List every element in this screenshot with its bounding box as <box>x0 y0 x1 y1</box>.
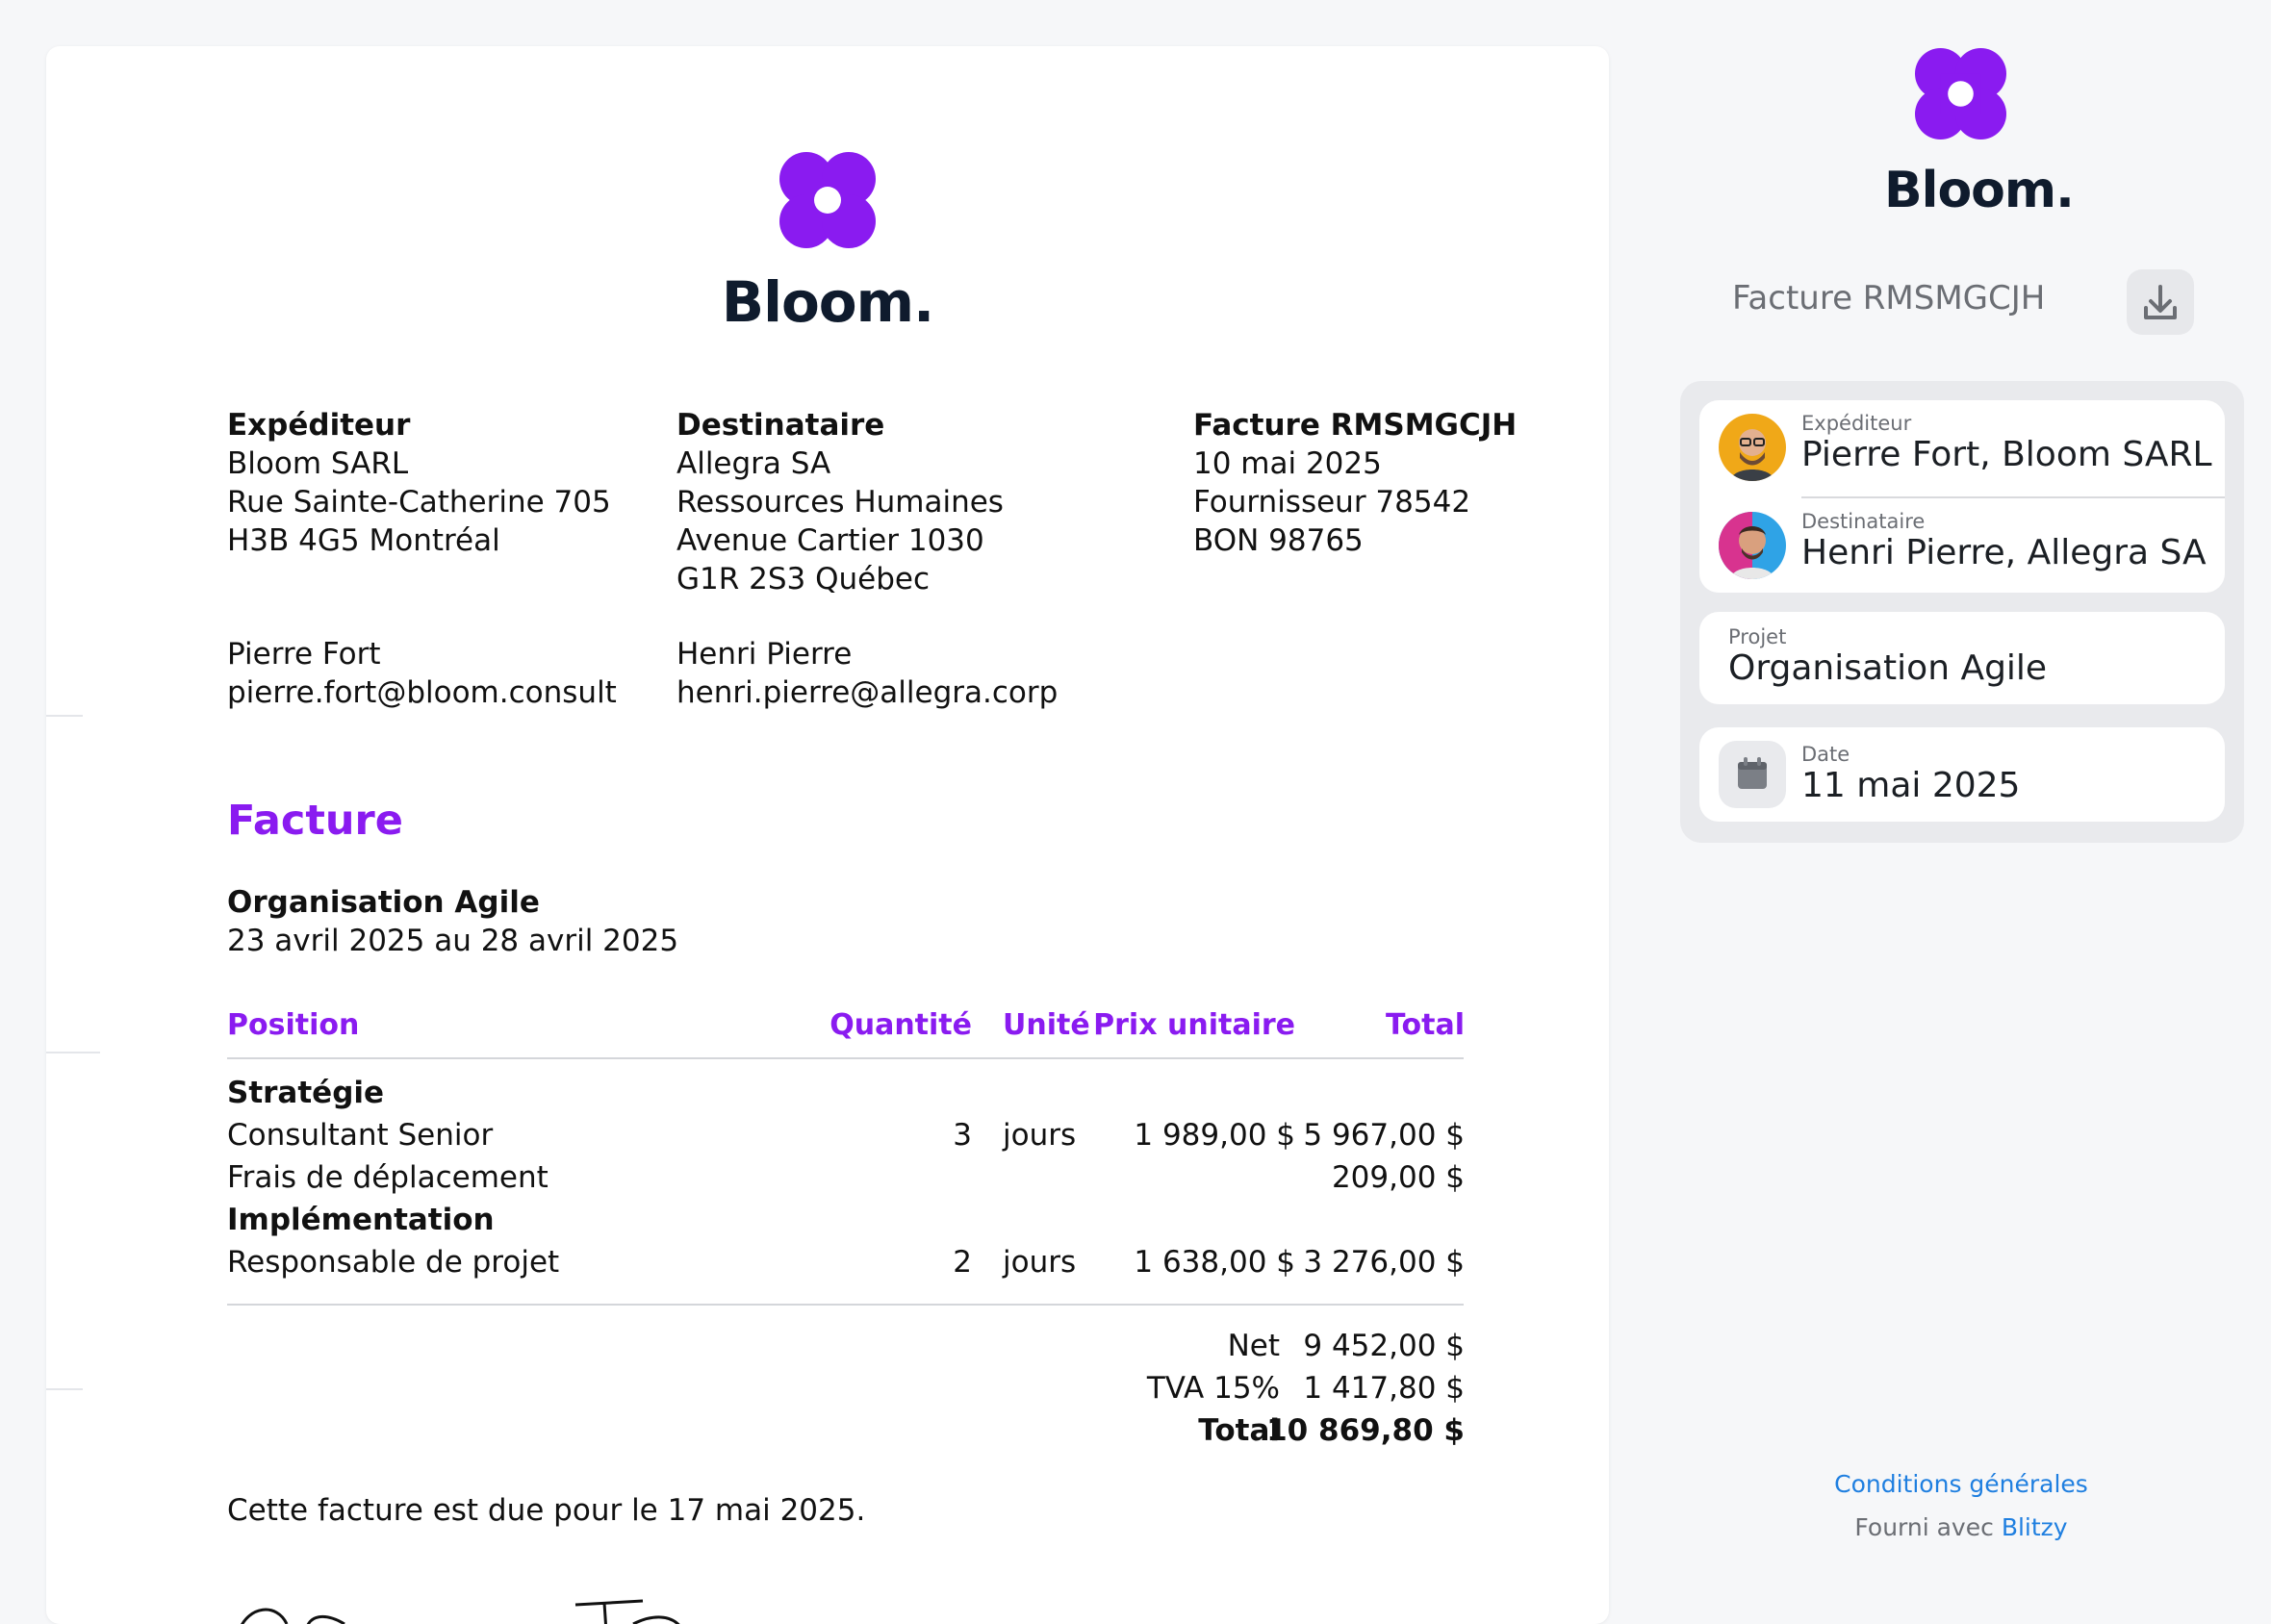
invoice-document: Bloom. Expéditeur Bloom SARL Rue Sainte-… <box>46 46 1609 1624</box>
column-header-unit-price: Prix unitaire <box>1093 1008 1295 1042</box>
bloom-flower-icon <box>779 152 876 248</box>
sender-line: Bloom SARL <box>227 446 409 481</box>
recipient-contact-email: henri.pierre@allegra.corp <box>676 675 1059 710</box>
invoice-details-panel: Expéditeur Pierre Fort, Bloom SARL Desti… <box>1680 381 2244 843</box>
line-quantity: 3 <box>953 1118 972 1153</box>
signature-image <box>241 1599 680 1624</box>
date-card: Date 11 mai 2025 <box>1699 727 2225 822</box>
recipient-line: Allegra SA <box>676 446 831 481</box>
project-block: Organisation Agile 23 avril 2025 au 28 a… <box>227 883 678 960</box>
download-icon <box>2144 285 2177 319</box>
project-field-label: Projet <box>1728 625 1787 648</box>
download-button[interactable] <box>2127 269 2194 335</box>
brand-name: Bloom. <box>721 269 934 335</box>
column-header-position: Position <box>227 1008 360 1042</box>
line-position: Frais de déplacement <box>227 1160 549 1195</box>
net-amount: 9 452,00 $ <box>1303 1329 1465 1363</box>
line-total: 5 967,00 $ <box>1303 1118 1465 1153</box>
calendar-icon <box>1719 741 1786 808</box>
invoice-logo: Bloom. <box>46 152 1609 335</box>
recipient-contact-name: Henri Pierre <box>676 637 853 672</box>
sender-field-label: Expéditeur <box>1801 412 1912 435</box>
total-amount: 10 869,80 $ <box>1266 1413 1465 1448</box>
line-total: 3 276,00 $ <box>1303 1245 1465 1280</box>
recipient-label: Destinataire <box>676 408 885 443</box>
invoice-heading: Facture <box>227 797 403 845</box>
sender-line: H3B 4G5 Montréal <box>227 523 500 558</box>
line-position: Responsable de projet <box>227 1245 560 1280</box>
vat-amount: 1 417,80 $ <box>1303 1371 1465 1406</box>
line-quantity: 2 <box>953 1245 972 1280</box>
table-divider <box>227 1057 1464 1059</box>
sender-label: Expéditeur <box>227 408 411 443</box>
sender-block: Expéditeur Bloom SARL Rue Sainte-Catheri… <box>227 406 617 712</box>
recipient-field-label: Destinataire <box>1801 510 1926 533</box>
bloom-flower-icon <box>1915 48 2006 140</box>
recipient-avatar <box>1719 512 1786 579</box>
line-position: Consultant Senior <box>227 1118 494 1153</box>
invoice-date: 10 mai 2025 <box>1193 446 1382 481</box>
column-header-quantity: Quantité <box>829 1008 972 1042</box>
recipient-field-value: Henri Pierre, Allegra SA <box>1801 533 2207 572</box>
sender-contact-email: pierre.fort@bloom.consult <box>227 675 617 710</box>
line-unit-price: 1 638,00 $ <box>1134 1245 1295 1280</box>
powered-by: Fourni avec Blitzy <box>1651 1513 2271 1541</box>
fold-mark <box>46 1388 83 1390</box>
column-header-unit: Unité <box>1003 1008 1090 1042</box>
sidebar-logo <box>1915 48 2011 148</box>
sender-field-value: Pierre Fort, Bloom SARL <box>1801 435 2212 474</box>
recipient-line: G1R 2S3 Québec <box>676 562 931 596</box>
powered-prefix: Fourni avec <box>1854 1513 1994 1541</box>
line-unit: jours <box>1003 1245 1077 1280</box>
net-label: Net <box>1227 1329 1280 1363</box>
due-notice: Cette facture est due pour le 17 mai 202… <box>227 1493 866 1528</box>
sidebar-footer: Conditions générales Fourni avec Blitzy <box>1651 1470 2271 1541</box>
sender-contact-name: Pierre Fort <box>227 637 381 672</box>
recipient-block: Destinataire Allegra SA Ressources Humai… <box>676 406 1058 712</box>
recipient-line: Ressources Humaines <box>676 485 1004 520</box>
sender-line: Rue Sainte-Catherine 705 <box>227 485 611 520</box>
line-total: 209,00 $ <box>1331 1160 1465 1195</box>
order-number: BON 98765 <box>1193 523 1364 558</box>
table-divider <box>227 1304 1464 1306</box>
column-header-total: Total <box>1386 1008 1465 1042</box>
sidebar-brand-name: Bloom. <box>1884 162 2075 219</box>
project-name: Organisation Agile <box>227 885 540 920</box>
vat-label: TVA 15% <box>1146 1371 1280 1406</box>
project-field-value: Organisation Agile <box>1728 648 2048 688</box>
group-title: Stratégie <box>227 1076 385 1110</box>
blitzy-link[interactable]: Blitzy <box>2002 1513 2068 1541</box>
sender-avatar <box>1719 414 1786 481</box>
divider <box>1801 496 2225 498</box>
invoice-number: Facture RMSMGCJH <box>1193 408 1518 443</box>
project-card: Projet Organisation Agile <box>1699 612 2225 704</box>
parties-card: Expéditeur Pierre Fort, Bloom SARL Desti… <box>1699 400 2225 593</box>
project-period: 23 avril 2025 au 28 avril 2025 <box>227 924 679 958</box>
supplier-number: Fournisseur 78542 <box>1193 485 1471 520</box>
terms-link[interactable]: Conditions générales <box>1651 1470 2271 1498</box>
line-unit: jours <box>1003 1118 1077 1153</box>
group-title: Implémentation <box>227 1203 495 1237</box>
fold-mark <box>46 1052 100 1053</box>
date-field-label: Date <box>1801 743 1850 766</box>
invoice-meta: Facture RMSMGCJH 10 mai 2025 Fournisseur… <box>1193 406 1517 560</box>
date-field-value: 11 mai 2025 <box>1801 766 2021 805</box>
sidebar-invoice-title: Facture RMSMGCJH <box>1732 279 2046 317</box>
recipient-line: Avenue Cartier 1030 <box>676 523 984 558</box>
line-unit-price: 1 989,00 $ <box>1134 1118 1295 1153</box>
fold-mark <box>46 715 83 717</box>
